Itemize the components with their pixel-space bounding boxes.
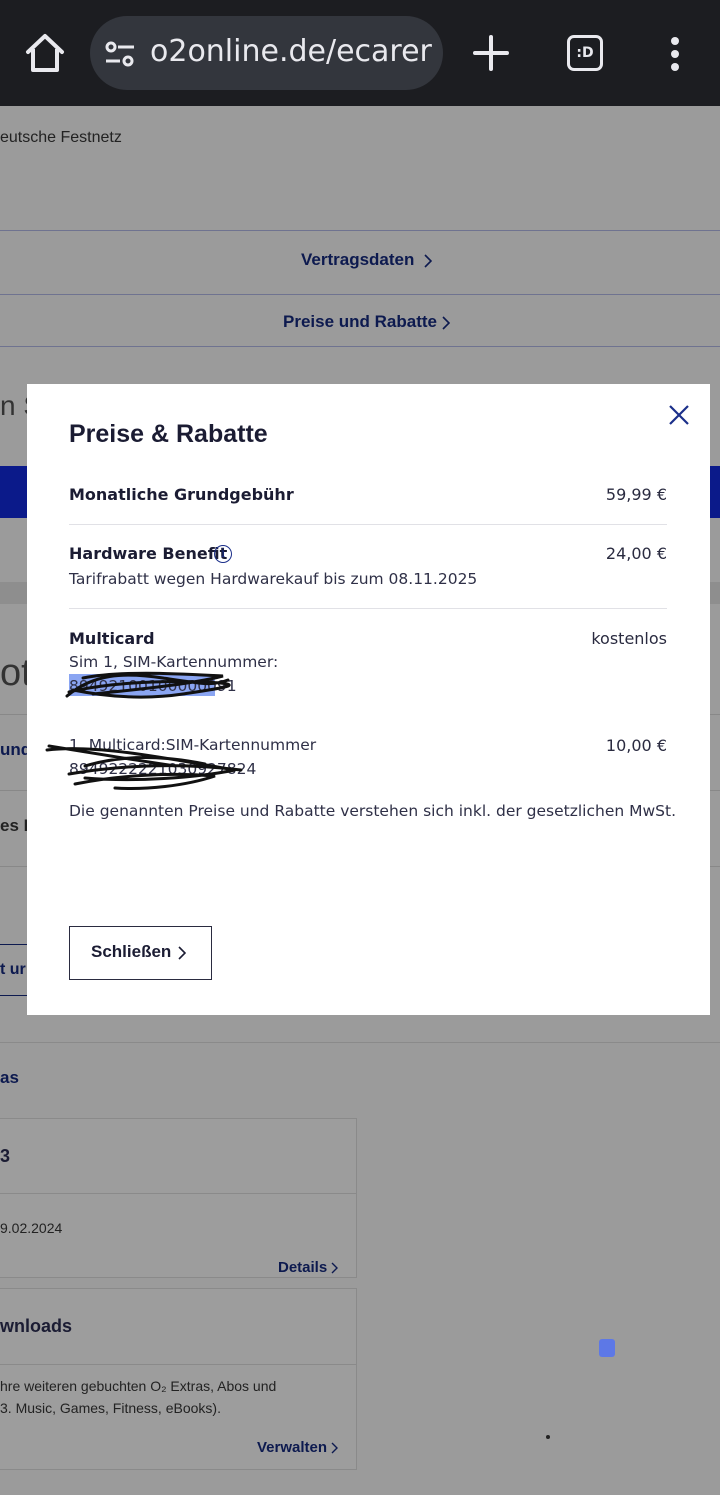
divider [0,1193,356,1194]
hardware-benefit-price: 24,00 € [605,544,667,563]
info-icon[interactable]: i [214,545,232,563]
manage-link[interactable]: Verwalten [257,1439,327,1456]
card-text-line-2: 3. Music, Games, Fitness, eBooks). [0,1400,221,1416]
partial-button-label: t ur [0,961,26,978]
divider [0,346,720,347]
dialog-title: Preise & Rabatte [69,420,268,448]
nav-preise-und-rabatte[interactable]: Preise und Rabatte [0,294,720,346]
chevron-right-icon [424,254,432,268]
chevron-right-icon [331,1262,338,1274]
new-tab-icon[interactable] [472,34,510,72]
nav-vertragsdaten-label: Vertragsdaten [301,250,415,269]
divider [0,1042,720,1043]
dot [546,1435,550,1439]
chevron-right-icon [442,316,450,330]
divider [69,608,667,609]
card-date: 9.02.2024 [0,1220,63,1236]
home-icon[interactable] [22,30,68,76]
close-button[interactable]: Schließen [69,926,212,980]
redaction-scribble [65,671,231,699]
divider [0,1364,356,1365]
close-icon[interactable] [668,404,690,426]
partial-button[interactable]: t ur [0,944,30,996]
browser-toolbar: o2online.de/ecarer :D [0,0,720,106]
monthly-fee-price: 59,99 € [605,485,667,504]
card-text-line-1: hre weiteren gebuchten O₂ Extras, Abos u… [0,1378,277,1394]
details-link[interactable]: Details [278,1259,327,1276]
divider [69,524,667,525]
monthly-fee-label: Monatliche Grundgebühr [69,485,294,504]
section-extras-title: as [0,1068,19,1087]
card-title: 3 [0,1146,11,1166]
festnetz-text: eutsche Festnetz [0,129,122,146]
site-settings-icon[interactable] [104,40,136,68]
address-bar[interactable]: o2online.de/ecarer [90,16,443,90]
tab-switcher-icon[interactable]: :D [567,35,603,71]
url-text[interactable]: o2online.de/ecarer [150,34,432,69]
contract-card: 3 9.02.2024 Details [0,1118,357,1278]
vat-note: Die genannten Preise und Rabatte versteh… [69,802,677,820]
close-button-label: Schließen [91,942,172,961]
more-menu-icon[interactable] [664,36,686,72]
chevron-right-icon [331,1442,338,1454]
hardware-benefit-label: Hardware Benefit [69,544,228,563]
hardware-benefit-description: Tarifrabatt wegen Hardwarekauf bis zum 0… [69,570,478,588]
floating-overlay-icon[interactable] [599,1339,615,1357]
redaction-scribble [45,744,243,790]
prices-discounts-dialog: Preise & Rabatte Monatliche Grundgebühr … [27,384,710,1015]
multicard-price: kostenlos [591,629,667,648]
nav-preise-label: Preise und Rabatte [283,312,437,331]
multicard-1-price: 10,00 € [605,736,667,755]
chevron-right-icon [178,946,186,960]
multicard-label: Multicard [69,629,155,648]
downloads-card: wnloads hre weiteren gebuchten O₂ Extras… [0,1288,357,1470]
card-title: wnloads [0,1316,73,1336]
nav-vertragsdaten[interactable]: Vertragsdaten [0,230,720,294]
